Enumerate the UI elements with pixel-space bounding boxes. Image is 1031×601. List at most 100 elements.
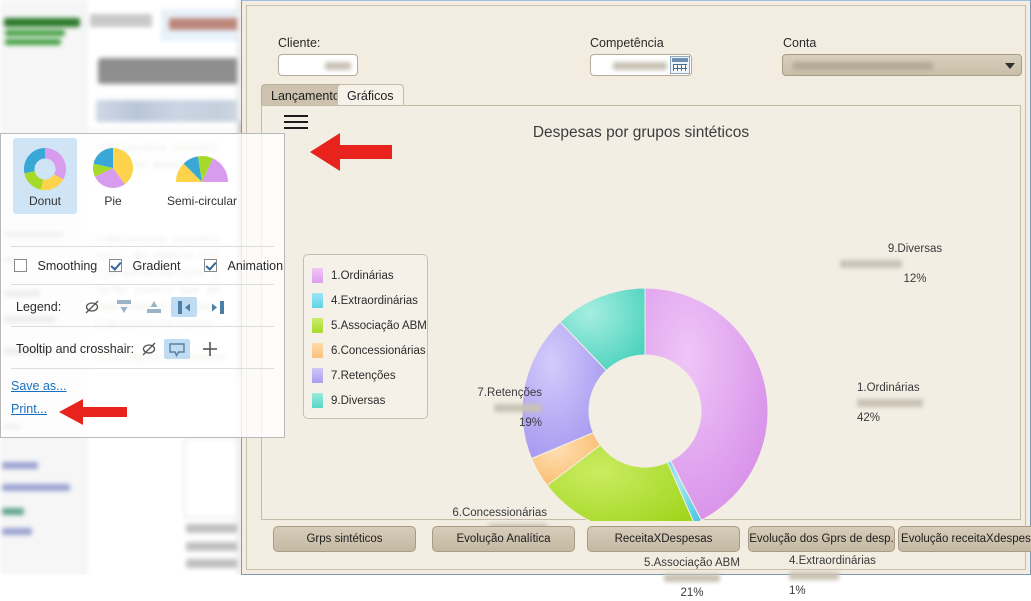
- legend-position-row: Legend:: [1, 297, 284, 321]
- chart-type-pie-label: Pie: [81, 194, 145, 208]
- filter-field-row: Cliente: Competência Conta: [247, 32, 1025, 88]
- wiki-tab-page: [90, 14, 152, 27]
- accounting-app-window: Cliente: Competência Conta: [241, 0, 1031, 575]
- calendar-icon[interactable]: [670, 56, 690, 74]
- legend-item[interactable]: 7.Retenções: [312, 363, 427, 388]
- chart-type-semi-circular[interactable]: Semi-circular: [147, 138, 257, 214]
- tooltip-crosshair-row: Tooltip and crosshair:: [1, 339, 284, 363]
- legend-swatch: [312, 293, 323, 308]
- slice-label-ordinarias: 1.Ordinárias 42%: [857, 380, 977, 426]
- conta-field-group: Conta: [782, 36, 1022, 76]
- legend-item[interactable]: 6.Concessionárias: [312, 338, 427, 363]
- donut-slice[interactable]: [532, 433, 601, 486]
- option-smoothing-label: Smoothing: [37, 259, 97, 273]
- competencia-field-group: Competência: [590, 36, 692, 76]
- overlay-divider: [11, 246, 274, 247]
- overlay-divider: [11, 326, 274, 327]
- option-animation[interactable]: Animation: [204, 259, 283, 273]
- checkbox-smoothing[interactable]: [14, 259, 27, 272]
- chart-panel: Despesas por grupos sintéticos 1.Ordinár…: [261, 105, 1021, 520]
- competencia-label: Competência: [590, 36, 692, 50]
- wiki-edit-toolbar: [96, 100, 252, 122]
- legend-label: 5.Associação ABM: [331, 320, 427, 332]
- redacted-value: [325, 62, 351, 70]
- tooltip-icon[interactable]: [164, 339, 190, 359]
- main-tab-bar: Lançamentos Gráficos: [261, 84, 1021, 106]
- window-title-strip: [242, 0, 1030, 1]
- legend-label: 1.Ordinárias: [331, 270, 394, 282]
- tab-graficos[interactable]: Gráficos: [337, 84, 404, 106]
- legend-label: 9.Diversas: [331, 395, 385, 407]
- donut-slice[interactable]: [522, 322, 606, 459]
- legend-item[interactable]: 4.Extraordinárias: [312, 288, 427, 313]
- crosshair-icon[interactable]: [197, 339, 223, 359]
- chart-type-donut-label: Donut: [13, 194, 77, 208]
- redacted-value: [857, 399, 923, 407]
- legend-left-icon[interactable]: [171, 297, 197, 317]
- cliente-input[interactable]: [278, 54, 358, 76]
- legend-label: 4.Extraordinárias: [331, 295, 418, 307]
- app-window-content: Cliente: Competência Conta: [246, 5, 1026, 570]
- redacted-value: [664, 574, 720, 582]
- competencia-input[interactable]: [590, 54, 692, 76]
- button-grps-sinteticos[interactable]: Grps sintéticos: [273, 526, 416, 552]
- legend-bottom-icon[interactable]: [141, 297, 167, 317]
- legend-swatch: [312, 343, 323, 358]
- wiki-divider: [88, 130, 252, 131]
- checkbox-animation[interactable]: [204, 259, 217, 272]
- option-gradient-label: Gradient: [132, 259, 180, 273]
- chevron-down-icon: [1005, 63, 1015, 69]
- legend-item[interactable]: 9.Diversas: [312, 388, 427, 413]
- legend-item[interactable]: 1.Ordinárias: [312, 263, 427, 288]
- conta-select[interactable]: [782, 54, 1022, 76]
- legend-swatch: [312, 393, 323, 408]
- legend-right-icon[interactable]: [204, 297, 230, 317]
- option-animation-label: Animation: [227, 259, 283, 273]
- chart-type-donut[interactable]: Donut: [13, 138, 77, 214]
- slice-label-extraordinarias: 4.Extraordinárias 1%: [789, 553, 929, 599]
- donut-slice[interactable]: [667, 461, 701, 521]
- conta-label: Conta: [783, 36, 1022, 50]
- chart-title: Despesas por grupos sintéticos: [262, 124, 1020, 142]
- none-slash-icon[interactable]: [136, 339, 162, 359]
- slice-label-retencoes: 7.Retenções 19%: [422, 385, 542, 431]
- chart-type-pie[interactable]: Pie: [81, 138, 145, 214]
- legend-label: Legend:: [16, 300, 61, 314]
- checkbox-gradient[interactable]: [109, 259, 122, 272]
- wiki-page-heading: [98, 58, 252, 84]
- button-evolucao-gprs-desp[interactable]: Evolução dos Gprs de desp.: [748, 526, 895, 552]
- donut-slice[interactable]: [560, 288, 645, 370]
- chart-type-selector: Donut Pie Semi: [1, 134, 284, 216]
- redacted-value: [613, 62, 667, 70]
- donut-slice[interactable]: [547, 445, 694, 521]
- redacted-value: [840, 260, 902, 268]
- none-slash-icon[interactable]: [79, 297, 105, 317]
- chart-settings-overlay: Donut Pie Semi: [0, 133, 285, 438]
- button-evolucao-receita-x-despesas[interactable]: Evolução receitaXdespesas: [898, 526, 1031, 552]
- chart-legend: 1.Ordinárias 4.Extraordinárias 5.Associa…: [303, 254, 428, 419]
- slice-label-diversas: 9.Diversas 12%: [840, 241, 990, 287]
- overlay-divider: [11, 284, 274, 285]
- overlay-divider: [11, 368, 274, 369]
- legend-swatch: [312, 368, 323, 383]
- chart-type-semi-circular-label: Semi-circular: [147, 194, 257, 208]
- wiki-logo: [4, 18, 82, 50]
- pie-thumbnail-icon: [87, 144, 139, 194]
- bottom-button-bar: Grps sintéticos Evolução Analítica Recei…: [261, 526, 1021, 558]
- button-evolucao-analitica[interactable]: Evolução Analítica: [432, 526, 575, 552]
- wiki-sidebar-link: [2, 508, 24, 515]
- donut-slice[interactable]: [645, 288, 768, 520]
- save-as-link[interactable]: Save as...: [11, 379, 67, 393]
- print-link[interactable]: Print...: [11, 402, 67, 416]
- legend-swatch: [312, 318, 323, 333]
- slice-label-associacao-abm: 5.Associação ABM 21%: [617, 555, 767, 601]
- wiki-sidebar-link: [2, 484, 70, 491]
- option-gradient[interactable]: Gradient: [109, 259, 180, 273]
- legend-top-icon[interactable]: [111, 297, 137, 317]
- redacted-value: [494, 404, 542, 412]
- button-receita-x-despesas[interactable]: ReceitaXDespesas: [587, 526, 740, 552]
- overlay-links: Save as... Print...: [11, 379, 67, 425]
- legend-item[interactable]: 5.Associação ABM: [312, 313, 427, 338]
- donut-thumbnail-icon: [18, 144, 72, 194]
- option-smoothing[interactable]: Smoothing: [14, 259, 97, 273]
